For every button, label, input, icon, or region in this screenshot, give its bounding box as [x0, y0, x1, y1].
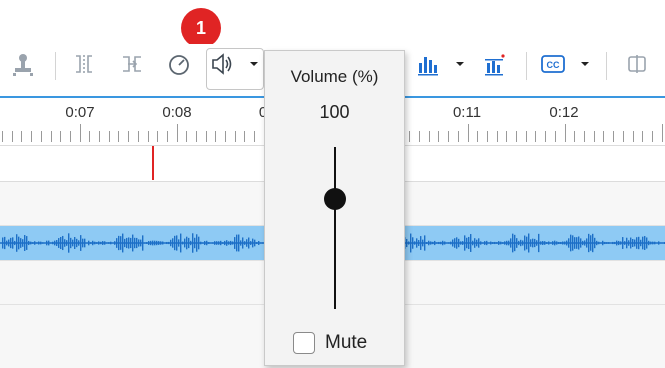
ruler-tick	[157, 131, 158, 142]
ruler-tick	[409, 131, 410, 142]
volume-popup: Volume (%) 100 Mute	[264, 50, 405, 366]
ruler-tick	[574, 131, 575, 142]
svg-text:CC: CC	[547, 60, 560, 70]
audio-normalize-icon[interactable]	[479, 49, 509, 79]
ruler-tick	[89, 131, 90, 142]
volume-value: 100	[319, 102, 350, 122]
ruler-tick	[60, 131, 61, 142]
ruler-tick	[545, 131, 546, 142]
playhead[interactable]	[152, 146, 154, 180]
split-view-icon[interactable]	[622, 49, 652, 79]
audio-levels-dropdown-caret-icon[interactable]	[454, 49, 466, 79]
ruler-tick	[623, 131, 624, 142]
ruler-tick	[419, 131, 420, 142]
ruler-tick	[516, 131, 517, 142]
ruler-tick	[41, 131, 42, 142]
ruler-tick	[565, 124, 566, 142]
speed-gauge-icon[interactable]	[164, 49, 194, 79]
ruler-tick	[80, 124, 81, 142]
ruler-tick	[70, 131, 71, 142]
ruler-tick	[254, 131, 255, 142]
captions-dropdown-caret-icon[interactable]	[579, 49, 591, 79]
swap-clip-icon[interactable]	[117, 49, 147, 79]
captions-icon[interactable]: CC	[538, 49, 568, 79]
ruler-label: 0:07	[65, 104, 95, 121]
ruler-tick	[448, 131, 449, 142]
ruler-tick	[215, 131, 216, 142]
ruler-tick	[468, 124, 469, 142]
ruler-tick	[128, 131, 129, 142]
ruler-tick	[235, 131, 236, 142]
ruler-tick	[642, 131, 643, 142]
ruler-tick	[662, 124, 663, 142]
ruler-tick	[225, 131, 226, 142]
ruler-tick	[633, 131, 634, 142]
ruler-tick	[51, 131, 52, 142]
ruler-tick	[603, 131, 604, 142]
toolbar-separator	[55, 52, 56, 80]
ruler-tick	[118, 131, 119, 142]
ruler-tick	[458, 131, 459, 142]
ruler-label: 0:12	[549, 104, 579, 121]
mute-toggle[interactable]: Mute	[293, 331, 367, 355]
toolbar-separator	[606, 52, 607, 80]
ruler-tick	[206, 131, 207, 142]
ruler-tick	[613, 131, 614, 142]
audio-levels-icon[interactable]	[413, 49, 443, 79]
volume-slider-thumb[interactable]	[324, 188, 346, 211]
ruler-tick	[196, 131, 197, 142]
ruler-tick	[497, 131, 498, 142]
annotation-badge: 1	[181, 8, 221, 48]
split-clip-icon[interactable]	[69, 49, 99, 79]
ruler-label: 0:11	[452, 104, 482, 121]
volume-popup-title: Volume (%)	[290, 67, 379, 86]
mute-checkbox[interactable]	[293, 332, 315, 354]
ruler-tick	[167, 131, 168, 142]
ruler-tick	[506, 131, 507, 142]
ruler-tick	[99, 131, 100, 142]
ruler-tick	[21, 131, 22, 142]
ruler-tick	[477, 131, 478, 142]
ruler-tick	[594, 131, 595, 142]
ruler-tick	[555, 131, 556, 142]
ruler-tick	[186, 131, 187, 142]
ruler-tick	[148, 131, 149, 142]
ruler-tick	[429, 131, 430, 142]
ruler-tick	[438, 131, 439, 142]
ruler-tick	[487, 131, 488, 142]
ruler-tick	[177, 124, 178, 142]
ruler-tick	[652, 131, 653, 142]
mute-label: Mute	[325, 332, 368, 353]
volume-button[interactable]	[206, 48, 264, 90]
ruler-tick	[244, 131, 245, 142]
ruler-tick	[526, 131, 527, 142]
ruler-tick	[138, 131, 139, 142]
ruler-tick	[12, 131, 13, 142]
ruler-tick	[535, 131, 536, 142]
ruler-tick	[31, 131, 32, 142]
ruler-label: 0:08	[162, 104, 192, 121]
stamp-icon[interactable]	[8, 49, 38, 79]
toolbar-separator	[526, 52, 527, 80]
ruler-tick	[2, 131, 3, 142]
ruler-tick	[584, 131, 585, 142]
volume-slider[interactable]	[334, 147, 336, 309]
ruler-tick	[109, 131, 110, 142]
